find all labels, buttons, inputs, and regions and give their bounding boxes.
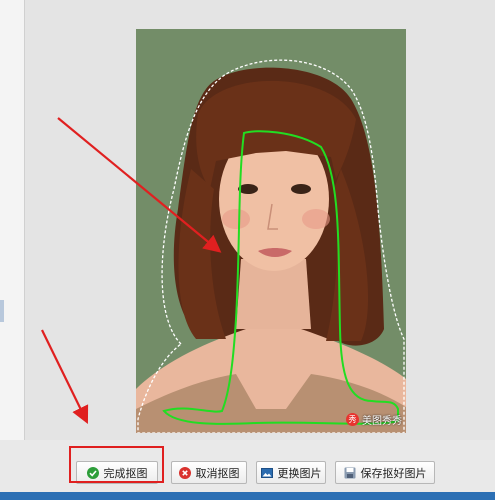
meitu-logo-icon: 秀 xyxy=(346,413,359,426)
floppy-icon xyxy=(344,467,356,479)
replace-image-label: 更换图片 xyxy=(277,466,322,480)
left-panel-edge xyxy=(0,0,25,500)
cancel-cutout-button[interactable]: 取消抠图 xyxy=(171,461,247,484)
image-icon xyxy=(260,467,273,479)
save-cutout-button[interactable]: 保存抠好图片 xyxy=(335,461,435,484)
watermark: 秀 美图秀秀 xyxy=(346,412,402,427)
photo-canvas[interactable]: 秀 美图秀秀 xyxy=(136,29,406,433)
save-cutout-label: 保存抠好图片 xyxy=(360,466,427,480)
panel-scroll-tab[interactable] xyxy=(0,300,4,322)
portrait-photo xyxy=(136,29,406,433)
taskbar-strip xyxy=(0,492,495,500)
watermark-text: 美图秀秀 xyxy=(362,416,402,427)
x-circle-icon xyxy=(178,466,191,479)
cancel-cutout-label: 取消抠图 xyxy=(195,466,240,480)
complete-button-highlight xyxy=(69,446,164,483)
replace-image-button[interactable]: 更换图片 xyxy=(256,461,326,484)
